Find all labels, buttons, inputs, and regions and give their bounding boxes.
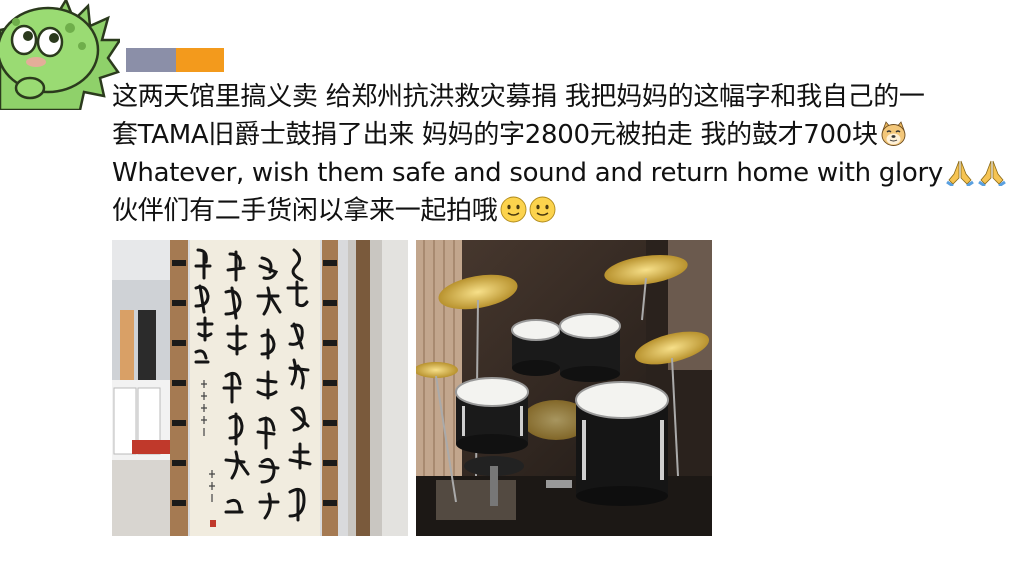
- smile-emoji-icon: [529, 196, 556, 223]
- doge-emoji-icon: [880, 120, 907, 147]
- post-line-4-text: 伙伴们有二手货闲以拿来一起拍哦: [112, 196, 498, 226]
- dinosaur-sticker-icon: [0, 0, 123, 112]
- post-line-1-text: 这两天馆里搞义卖 给郑州抗洪救灾募捐 我把妈妈的这幅字和我自己的一: [112, 82, 925, 112]
- post-line-3: Whatever, wish them safe and sound and r…: [112, 154, 1022, 192]
- post-line-4: 伙伴们有二手货闲以拿来一起拍哦: [112, 192, 1022, 230]
- redaction-bar-orange: [176, 48, 224, 72]
- praying-hands-emoji-icon: [977, 158, 1007, 188]
- post-text: 这两天馆里搞义卖 给郑州抗洪救灾募捐 我把妈妈的这幅字和我自己的一 套TAMA旧…: [112, 78, 1022, 230]
- post-line-1: 这两天馆里搞义卖 给郑州抗洪救灾募捐 我把妈妈的这幅字和我自己的一: [112, 78, 1022, 116]
- post-line-2-text: 套TAMA旧爵士鼓捐了出来 妈妈的字2800元被拍走 我的鼓才700块: [112, 120, 878, 150]
- redaction-bar-gray: [126, 48, 176, 72]
- post-line-2: 套TAMA旧爵士鼓捐了出来 妈妈的字2800元被拍走 我的鼓才700块: [112, 116, 1022, 154]
- calligraphy-scroll-photo[interactable]: [112, 240, 408, 536]
- smile-emoji-icon: [500, 196, 527, 223]
- praying-hands-emoji-icon: [945, 158, 975, 188]
- drum-kit-photo[interactable]: [416, 240, 712, 536]
- post-line-3-text: Whatever, wish them safe and sound and r…: [112, 158, 943, 188]
